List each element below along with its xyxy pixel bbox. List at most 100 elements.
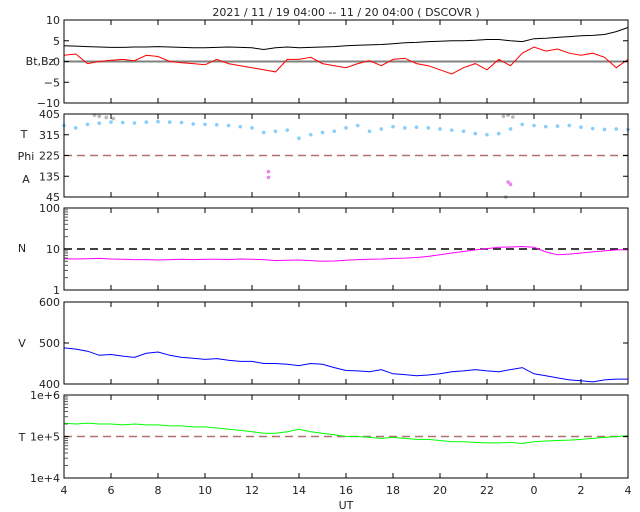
y-tick-label: 315 (39, 129, 60, 142)
x-tick-label: 0 (531, 484, 538, 497)
data-point-phi (203, 122, 207, 127)
data-point-phi-gray (501, 114, 506, 119)
panel-3: 100101N (18, 202, 629, 297)
x-tick-label: 6 (108, 484, 115, 497)
y-tick-label: 100 (39, 202, 60, 215)
chart-title: 2021 / 11 / 19 04:00 -- 11 / 20 04:00 ( … (212, 6, 479, 19)
data-point-phi (73, 126, 78, 130)
data-point-phi (144, 120, 149, 124)
data-point-phi (156, 119, 160, 124)
data-point-phi (520, 122, 525, 127)
y-tick-label: 1e+6 (30, 389, 60, 402)
x-tick-label: 2 (578, 484, 585, 497)
data-point-phi-magenta (266, 175, 271, 180)
data-point-phi (285, 128, 290, 132)
series-line-bt (63, 27, 629, 51)
data-point-phi-gray (511, 115, 515, 119)
x-tick-label: 4 (625, 484, 632, 497)
data-point-phi (473, 131, 478, 136)
data-point-phi (109, 120, 113, 124)
data-point-phi (273, 129, 278, 134)
data-point-phi (391, 124, 395, 129)
data-point-phi (367, 129, 372, 134)
data-point-phi (120, 120, 125, 125)
data-point-phi (532, 123, 536, 128)
data-point-phi (543, 124, 548, 129)
data-point-phi (238, 124, 243, 129)
data-point-phi (449, 128, 454, 132)
data-point-phi (191, 122, 196, 126)
data-point-phi (379, 127, 384, 131)
x-tick-label: 10 (198, 484, 212, 497)
data-point-phi (555, 124, 560, 129)
x-tick-label: 4 (61, 484, 68, 497)
data-point-phi (402, 126, 407, 130)
y-tick-label: 1e+5 (30, 431, 60, 444)
data-point-phi (567, 123, 572, 128)
panel-2: 40531522513545TPhiA (18, 108, 630, 204)
data-point-phi (461, 129, 466, 134)
y-tick-label: 225 (39, 150, 60, 163)
data-point-phi (179, 120, 184, 125)
y-tick-label: 5 (53, 35, 60, 48)
y-axis-label: Bt,Bz (26, 55, 55, 68)
y-axis-label: T (18, 431, 26, 444)
data-point-phi (167, 120, 172, 124)
data-point-phi (485, 132, 489, 137)
y-tick-label: −5 (44, 76, 60, 89)
series-line-t (63, 422, 629, 445)
y-axis-label: A (22, 173, 30, 186)
x-tick-label: 8 (155, 484, 162, 497)
data-point-phi (132, 121, 137, 125)
x-tick-label: 18 (386, 484, 400, 497)
data-point-phi (97, 121, 102, 126)
data-point-phi (414, 125, 419, 129)
data-point-phi (85, 122, 90, 127)
data-point-phi (261, 130, 266, 135)
data-point-phi-gray (104, 115, 109, 120)
x-tick-label: 20 (433, 484, 447, 497)
data-point-phi (344, 126, 348, 130)
y-tick-label: 135 (39, 170, 60, 183)
data-point-phi (590, 126, 595, 131)
y-tick-label: 1e+4 (30, 472, 60, 485)
data-point-phi (602, 127, 607, 132)
data-point-phi (214, 123, 219, 127)
x-axis-label: UT (339, 499, 354, 512)
y-tick-label: 10 (46, 243, 60, 256)
panel-frame (63, 301, 629, 385)
data-point-phi-gray (111, 116, 116, 121)
data-point-phi (250, 126, 254, 130)
series-line-v (63, 347, 628, 383)
data-point-phi (355, 123, 360, 128)
solar-wind-chart: 2021 / 11 / 19 04:00 -- 11 / 20 04:00 ( … (18, 6, 632, 512)
panel-1: 1050−5−10Bt,Bz (26, 14, 629, 110)
data-point-phi (614, 127, 619, 131)
data-point-phi (332, 129, 337, 134)
y-axis-label: Phi (18, 150, 35, 163)
y-tick-label: 500 (39, 337, 60, 350)
data-point-phi (426, 126, 431, 130)
y-axis-label: V (18, 337, 26, 350)
panel-4: 600500400V (18, 296, 629, 391)
data-point-phi (438, 127, 442, 131)
panel-5: 1e+6 1e+5 1e+4 T (18, 389, 629, 485)
x-tick-label: 12 (245, 484, 259, 497)
data-point-phi (320, 130, 325, 135)
data-point-phi (579, 125, 583, 129)
data-point-phi (297, 136, 301, 141)
x-tick-label: 22 (480, 484, 494, 497)
data-point-phi (496, 131, 501, 136)
data-point-phi (508, 127, 513, 131)
data-point-phi (308, 132, 313, 137)
y-axis-label: T (20, 128, 28, 141)
y-tick-label: 405 (39, 108, 60, 121)
y-tick-label: 10 (46, 14, 60, 27)
data-point-phi-gray (97, 114, 102, 119)
x-tick-label: 16 (339, 484, 353, 497)
y-tick-label: 600 (39, 296, 60, 309)
x-tick-label: 14 (292, 484, 306, 497)
data-point-phi (226, 123, 231, 128)
data-point-phi-magenta (266, 169, 271, 174)
y-axis-label: N (18, 242, 26, 255)
